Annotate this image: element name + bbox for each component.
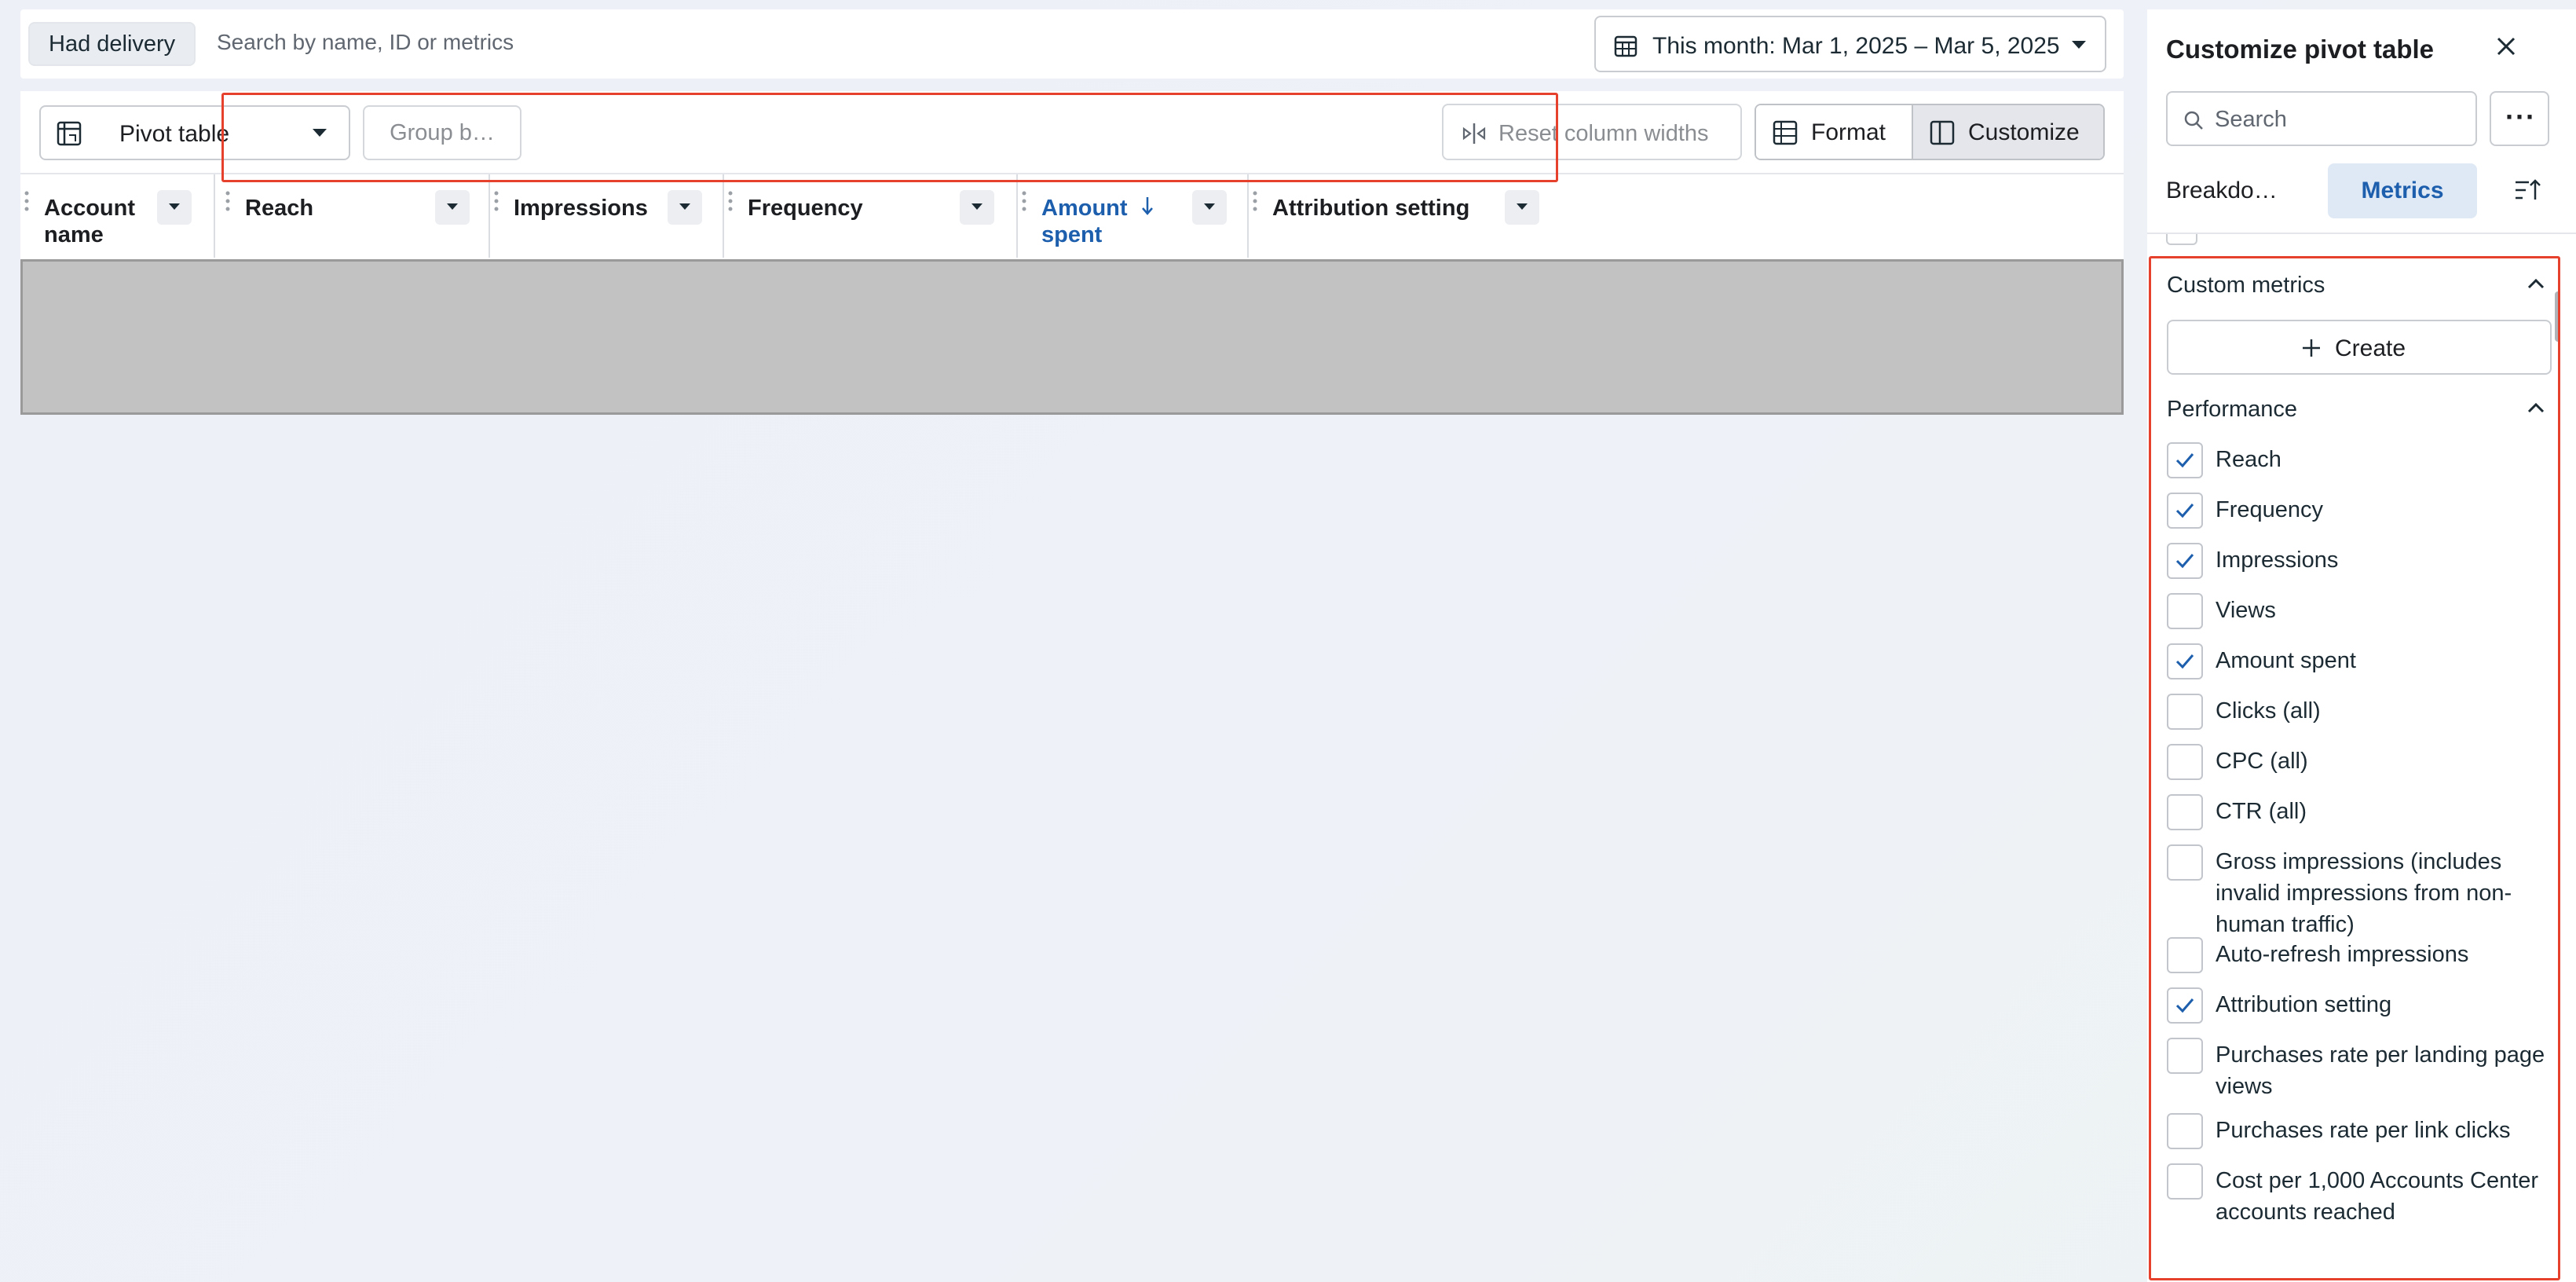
metric-checkbox[interactable] xyxy=(2167,1038,2203,1074)
column-header-attribution-setting[interactable]: Attribution setting xyxy=(1249,174,1558,258)
metric-checkbox[interactable] xyxy=(2167,593,2203,629)
drag-handle-icon[interactable] xyxy=(1021,190,1027,222)
column-header-label: Amount spent xyxy=(1041,196,1128,247)
chevron-up-icon[interactable] xyxy=(2527,401,2545,418)
section-title-performance: Performance xyxy=(2167,397,2298,422)
filter-bar: Had delivery Search by name, ID or metri… xyxy=(20,9,2124,79)
metric-label: CTR (all) xyxy=(2216,799,2307,824)
column-header-label: Reach xyxy=(245,196,314,221)
drag-handle-icon[interactable] xyxy=(1252,190,1258,222)
table-body-placeholder xyxy=(20,259,2124,415)
metric-label: Auto-refresh impressions xyxy=(2216,942,2469,967)
plus-icon xyxy=(2300,337,2322,359)
divider xyxy=(2147,233,2576,234)
filter-chip-had-delivery[interactable]: Had delivery xyxy=(28,22,196,66)
metrics-search-input[interactable]: Search xyxy=(2166,91,2477,146)
format-label: Format xyxy=(1811,119,1886,145)
tab-breakdowns[interactable]: Breakdo… xyxy=(2166,163,2323,218)
drag-handle-icon[interactable] xyxy=(225,190,231,222)
column-header-account-name[interactable]: Account name xyxy=(20,174,215,258)
column-header-label: Attribution setting xyxy=(1272,196,1470,221)
section-title-custom-metrics: Custom metrics xyxy=(2167,273,2325,298)
column-menu-button[interactable] xyxy=(1192,190,1227,225)
metric-checkbox[interactable] xyxy=(2167,643,2203,679)
column-header-label: Account name xyxy=(44,196,135,247)
customize-button[interactable]: Customize xyxy=(1913,105,2103,159)
metric-label: Frequency xyxy=(2216,497,2324,522)
format-table-icon xyxy=(1772,119,1798,146)
metric-label: Amount spent xyxy=(2216,648,2356,673)
column-header-impressions[interactable]: Impressions xyxy=(490,174,724,258)
caret-down-icon xyxy=(2070,39,2088,54)
column-menu-button[interactable] xyxy=(668,190,702,225)
more-options-button[interactable]: ··· xyxy=(2490,91,2549,146)
view-mode-toggle: Format Customize xyxy=(1755,104,2105,160)
search-icon xyxy=(2183,110,2204,130)
calendar-icon xyxy=(1613,33,1638,58)
partial-checkbox xyxy=(2166,234,2197,245)
column-menu-button[interactable] xyxy=(435,190,470,225)
view-selector-label: Pivot table xyxy=(119,121,230,147)
table-panel: Pivot table Group b… Reset column widths… xyxy=(20,91,2124,415)
create-custom-metric-button[interactable]: Create xyxy=(2167,320,2552,375)
column-header-label: Frequency xyxy=(748,196,863,221)
metric-checkbox[interactable] xyxy=(2167,987,2203,1024)
close-icon[interactable] xyxy=(2494,35,2518,62)
pivot-table-icon xyxy=(55,119,83,148)
column-header-amount-spent[interactable]: Amount spent xyxy=(1018,174,1249,258)
column-header-reach[interactable]: Reach xyxy=(221,174,490,258)
more-icon: ··· xyxy=(2505,101,2536,133)
metric-label: Impressions xyxy=(2216,548,2339,573)
create-label: Create xyxy=(2335,335,2406,361)
date-range-button[interactable]: This month: Mar 1, 2025 – Mar 5, 2025 xyxy=(1594,16,2106,72)
tab-metrics[interactable]: Metrics xyxy=(2328,163,2477,218)
scrollbar-thumb[interactable] xyxy=(2555,291,2558,342)
column-menu-button[interactable] xyxy=(960,190,994,225)
metric-checkbox[interactable] xyxy=(2167,844,2203,881)
metric-label: CPC (all) xyxy=(2216,749,2308,774)
drag-handle-icon[interactable] xyxy=(24,190,30,222)
panel-title: Customize pivot table xyxy=(2166,35,2435,64)
customize-label: Customize xyxy=(1968,119,2080,145)
metric-checkbox[interactable] xyxy=(2167,442,2203,478)
metric-label: Gross impressions (includes invalid impr… xyxy=(2216,849,2512,937)
sort-order-icon[interactable] xyxy=(2513,176,2541,208)
metric-label: Views xyxy=(2216,598,2276,623)
search-input[interactable]: Search by name, ID or metrics xyxy=(217,30,514,55)
column-header-label: Impressions xyxy=(514,196,648,221)
metric-checkbox[interactable] xyxy=(2167,694,2203,730)
side-panel-icon xyxy=(1929,119,1956,146)
drag-handle-icon[interactable] xyxy=(727,190,734,222)
column-header-frequency[interactable]: Frequency xyxy=(724,174,1018,258)
metric-checkbox[interactable] xyxy=(2167,493,2203,529)
search-placeholder: Search xyxy=(2215,107,2287,132)
metric-checkbox[interactable] xyxy=(2167,794,2203,830)
format-button[interactable]: Format xyxy=(1756,105,1913,159)
metrics-list: Custom metrics Create Performance Reach F… xyxy=(2149,256,2560,1280)
metric-label: Reach xyxy=(2216,447,2281,472)
column-menu-button[interactable] xyxy=(1505,190,1539,225)
chevron-up-icon[interactable] xyxy=(2527,277,2545,294)
metric-label: Purchases rate per link clicks xyxy=(2216,1118,2511,1143)
metric-checkbox[interactable] xyxy=(2167,744,2203,780)
sort-descending-icon[interactable] xyxy=(1140,195,1154,221)
metric-checkbox[interactable] xyxy=(2167,543,2203,579)
metric-checkbox[interactable] xyxy=(2167,1163,2203,1200)
metric-label: Attribution setting xyxy=(2216,992,2392,1017)
metric-checkbox[interactable] xyxy=(2167,1113,2203,1149)
customize-pivot-panel: Customize pivot table Search ··· Breakdo… xyxy=(2147,9,2576,1282)
table-header-row: Account name Reach Impressions Frequency… xyxy=(20,173,2124,259)
highlighted-columns-outline xyxy=(221,93,1558,182)
column-menu-button[interactable] xyxy=(157,190,192,225)
metric-checkbox[interactable] xyxy=(2167,937,2203,973)
metric-label: Clicks (all) xyxy=(2216,698,2321,723)
metric-label: Purchases rate per landing page views xyxy=(2216,1042,2545,1099)
metric-label: Cost per 1,000 Accounts Center accounts … xyxy=(2216,1168,2539,1225)
date-range-label: This month: Mar 1, 2025 – Mar 5, 2025 xyxy=(1652,33,2060,59)
drag-handle-icon[interactable] xyxy=(493,190,499,222)
